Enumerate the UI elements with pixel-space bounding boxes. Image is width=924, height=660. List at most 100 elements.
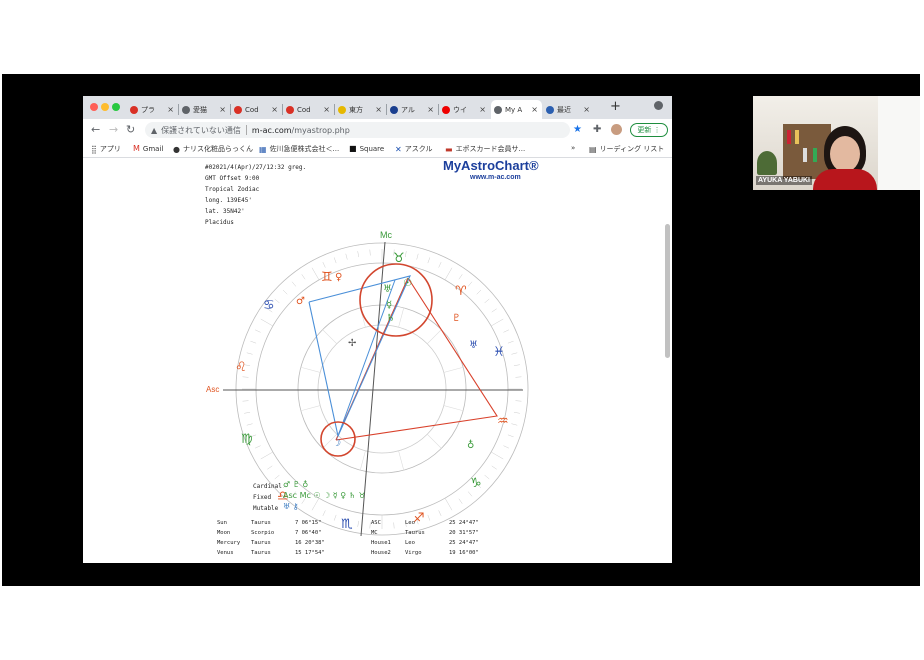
url-host: m-ac.com [251,125,292,135]
planet-position-row: Sun Taurus 7 06°15" [217,520,367,528]
bookmark-star-icon[interactable]: ★ [573,124,582,135]
participant-name: AYUKA YABUKI [756,176,812,185]
maximize-window-icon[interactable] [112,103,120,111]
close-tab-icon[interactable]: × [323,105,330,114]
reading-list-button[interactable]: ▤ リーディング リスト [589,144,664,154]
house-cusp [300,366,321,373]
browser-tab[interactable]: 東方 × [335,100,386,119]
update-button[interactable]: 更新 ⋮ [630,123,668,137]
bookmark-item[interactable]: ● ナリス化粧品らっくん [173,144,253,154]
screen: プラ × 愛猫 × Cod × Cod × 東方 × アル × ウイ × My A × 最近 × + ← → ↻ … [0,0,924,660]
reload-icon[interactable]: ↻ [126,123,135,136]
bookmark-item[interactable]: ⣿ アプリ [91,144,121,154]
planet-name: Mercury [217,540,241,546]
planet-glyph: ♀ [335,272,342,283]
shared-browser-window: プラ × 愛猫 × Cod × Cod × 東方 × アル × ウイ × My A × 最近 × + ← → ↻ … [83,96,672,563]
zodiac-sign-glyph: ♍ [241,432,253,447]
bookmark-icon [338,105,346,114]
avatar[interactable] [611,124,622,135]
planet-position-row: Venus Taurus 15 17°54" [217,550,367,558]
degree-tick [274,298,280,304]
back-icon[interactable]: ← [91,123,100,136]
degree-value: 16 20°38" [295,540,325,546]
close-tab-icon[interactable]: × [271,105,278,114]
legend-fixed-glyphs: Asc Mc ☉ ☽ ☿ ♀ ♄ ♉ [283,491,366,500]
apps-icon: ⣿ [91,144,97,154]
zodiac-sign-glyph: ♊ [321,270,333,285]
profile-menu-icon[interactable] [654,101,663,110]
close-tab-icon[interactable]: × [375,105,382,114]
close-tab-icon[interactable]: × [167,105,174,114]
browser-tab[interactable]: ウイ × [439,100,490,119]
degree-tick [427,257,431,264]
degree-tick [458,274,463,280]
sign-name: Virgo [405,550,422,556]
browser-tab[interactable]: Cod × [231,100,282,119]
address-bar[interactable]: ▲ 保護されていない通信 m-ac.com /myastrop.php [145,122,570,138]
globe-icon [182,105,190,114]
zodiac-sign-glyph: ♒ [497,414,509,429]
degree-tick [503,329,509,333]
participant-body [813,169,877,190]
browser-toolbar: ← → ↻ ▲ 保護されていない通信 m-ac.com /myastrop.ph… [83,119,672,141]
minimize-window-icon[interactable] [101,103,109,111]
degree-tick [274,474,280,480]
gmail-icon: M [133,144,140,153]
zodiac-sign-glyph: ♈ [455,284,467,299]
bookmark-label: Square [359,144,385,153]
security-label: 保護されていない通信 [161,125,241,135]
degree-tick [490,318,504,327]
degree-tick [507,340,514,344]
close-tab-icon[interactable]: × [583,105,590,114]
degree-tick [267,465,273,470]
site-logo-url: www.m-ac.com [470,174,521,181]
new-tab-button[interactable]: + [610,99,621,114]
browser-tab[interactable]: Cod × [283,100,334,119]
bookmark-item[interactable]: ▬ エポスカード会員サ... [445,144,525,154]
degree-tick [444,267,453,281]
tab-separator [438,104,439,115]
planet-glyph: ♁ [467,439,474,451]
browser-tab[interactable]: アル × [387,100,438,119]
extensions-icon[interactable]: ✚ [593,124,601,135]
bookmark-item[interactable]: ✕ アスクル [395,144,433,154]
bookmark-item[interactable]: M Gmail [133,144,163,153]
url-path: /myastrop.php [291,125,350,135]
askul-icon: ✕ [395,144,402,154]
degree-tick [255,445,261,449]
planet-name: Sun [217,520,227,526]
browser-tab[interactable]: 愛猫 × [179,100,230,119]
planet-name: Moon [217,530,231,536]
bookmark-item[interactable]: ▦ 佐川急便株式会社＜... [259,144,339,154]
gmail-icon [130,105,138,114]
degree-tick [515,400,522,402]
degree-tick [507,434,514,438]
video-plant [757,151,777,175]
close-tab-icon[interactable]: × [479,105,486,114]
shelf-book [813,148,817,162]
browser-tab[interactable]: 最近 × [543,100,594,119]
page-scrollbar[interactable] [665,224,670,358]
zodiac-sign-glyph: ♋ [263,298,275,313]
planet-position-row: Mercury Taurus 16 20°38" [217,540,367,548]
close-tab-icon[interactable]: × [427,105,434,114]
close-window-icon[interactable] [90,103,98,111]
bookmark-label: ナリス化粧品らっくん [182,145,253,153]
browser-tab[interactable]: My A × [491,100,542,119]
degree-tick [260,318,274,327]
tab-separator [386,104,387,115]
close-tab-icon[interactable]: × [219,105,226,114]
degree-value: 25 24°47" [449,520,479,526]
degree-tick [491,308,497,313]
bookmark-item[interactable]: ■ Square [349,144,384,153]
close-tab-icon[interactable]: × [531,105,538,114]
sign-name: Taurus [251,550,271,556]
participant-video-tile[interactable]: AYUKA YABUKI [753,96,920,190]
browser-tab[interactable]: プラ × [127,100,178,119]
degree-tick [490,451,504,460]
sign-name: Taurus [405,530,425,536]
house-cusp [359,450,366,471]
bookmarks-more-label: » [571,144,576,152]
bookmarks-more-button[interactable]: » [571,144,575,152]
forward-icon[interactable]: → [109,123,118,136]
